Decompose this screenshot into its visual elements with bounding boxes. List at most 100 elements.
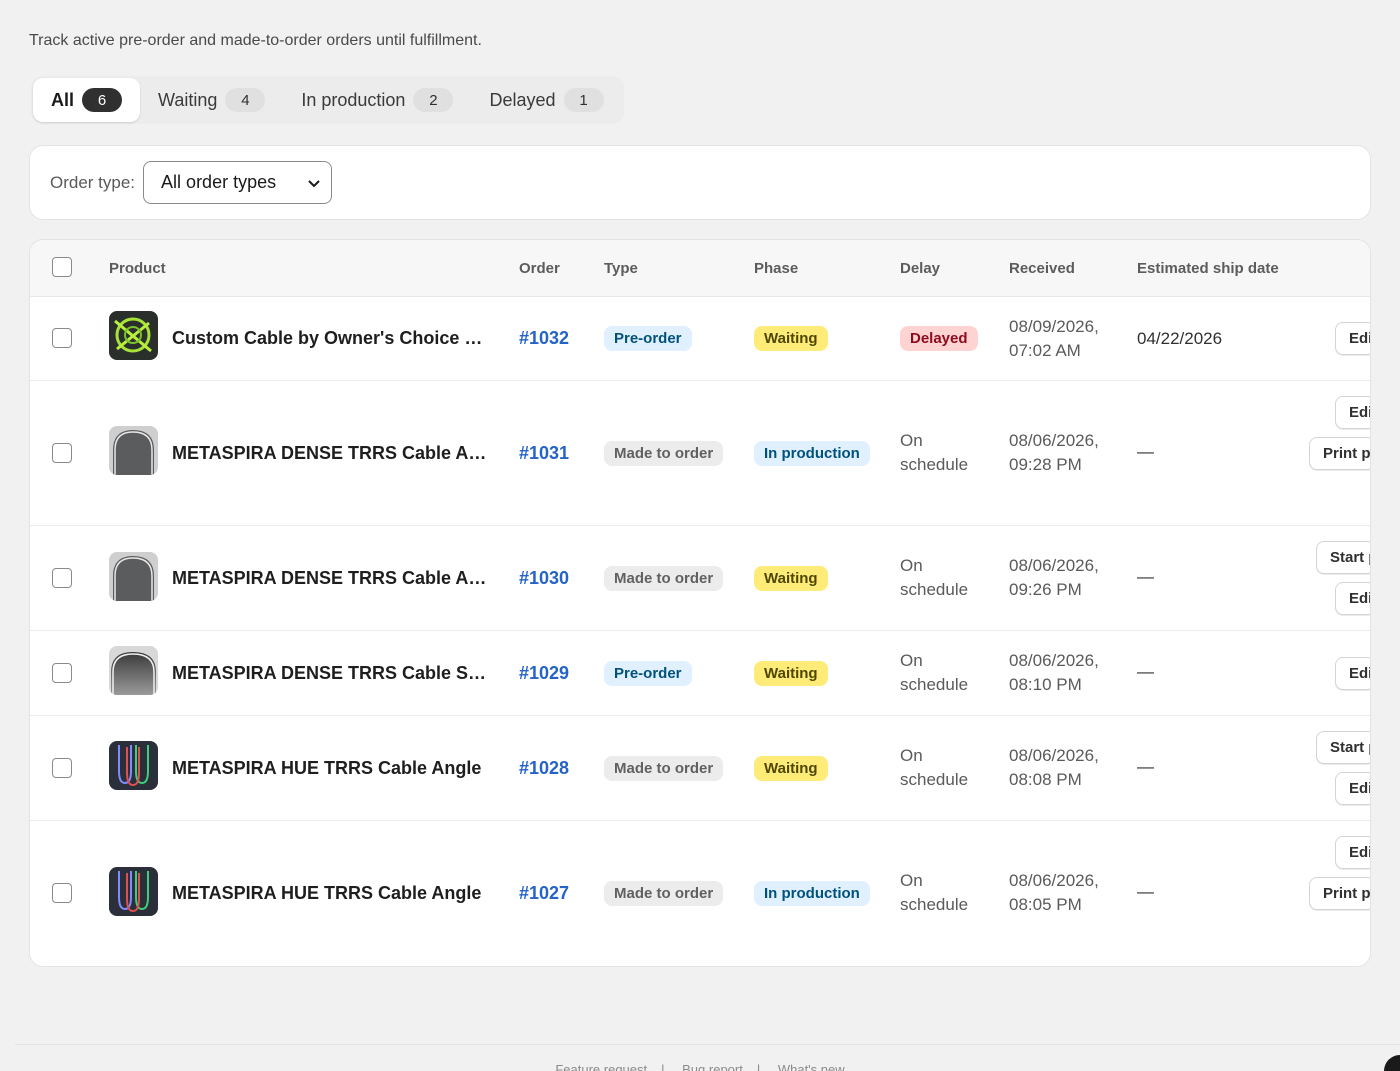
order-type-badge: Made to order (604, 441, 724, 466)
received-time: 07:02 AM (1009, 341, 1081, 360)
order-type-badge: Made to order (604, 566, 724, 591)
row-checkbox[interactable] (52, 443, 72, 463)
delay-cell: On schedule (900, 869, 968, 917)
phase-tabs: All 6 Waiting 4 In production 2 Delayed … (31, 76, 624, 124)
delay-line-2: schedule (900, 455, 969, 474)
delay-line-1: On (900, 746, 923, 765)
edit-button[interactable]: Edit (1335, 836, 1370, 869)
product-thumbnail (109, 646, 158, 695)
feature-request-link[interactable]: Feature request (555, 1062, 647, 1071)
delay-cell: On schedule (900, 554, 968, 602)
delay-cell: On schedule (900, 649, 968, 697)
delay-line-1: On (900, 431, 923, 450)
column-header-product: Product (109, 260, 166, 277)
order-type-badge: Made to order (604, 756, 724, 781)
delay-line-2: schedule (900, 895, 969, 914)
column-header-type: Type (604, 260, 638, 277)
order-link[interactable]: #1031 (519, 443, 569, 464)
phase-badge: Waiting (754, 566, 828, 591)
received-date: 08/06/2026, (1009, 746, 1099, 765)
table-row: METASPIRA DENSE TRRS Cable Angle #1031 M… (30, 381, 1370, 526)
received-cell: 08/06/2026, 08:08 PM (1009, 744, 1099, 792)
received-time: 08:10 PM (1009, 675, 1082, 694)
delay-cell: On schedule (900, 744, 968, 792)
phase-badge: Waiting (754, 661, 828, 686)
received-time: 08:08 PM (1009, 770, 1082, 789)
table-row: METASPIRA DENSE TRRS Cable Stra... #1029… (30, 631, 1370, 716)
tab-count-badge: 4 (225, 88, 266, 112)
received-date: 08/09/2026, (1009, 317, 1099, 336)
column-header-received: Received (1009, 260, 1075, 277)
received-cell: 08/09/2026, 07:02 AM (1009, 315, 1099, 363)
product-name: METASPIRA HUE TRRS Cable Angle (172, 883, 482, 903)
edit-button[interactable]: Edit (1335, 772, 1370, 805)
order-link[interactable]: #1029 (519, 663, 569, 684)
table-header: Product Order Type Phase Delay Received … (30, 240, 1370, 297)
table-row: METASPIRA DENSE TRRS Cable Angle #1030 M… (30, 526, 1370, 631)
row-checkbox[interactable] (52, 758, 72, 778)
tab-label: In production (301, 89, 406, 110)
print-button[interactable]: Print p (1309, 437, 1370, 470)
footer-links: Feature request | Bug report | What's new (0, 1062, 1400, 1071)
edit-button[interactable]: Edit (1335, 322, 1370, 355)
order-type-badge: Made to order (604, 881, 724, 906)
tab-waiting[interactable]: Waiting 4 (140, 78, 283, 122)
tab-label: Delayed (489, 89, 556, 110)
product-name: METASPIRA HUE TRRS Cable Angle (172, 758, 482, 778)
edit-button[interactable]: Edit (1335, 657, 1370, 690)
tab-delayed[interactable]: Delayed 1 (471, 78, 621, 122)
print-button[interactable]: Print p (1309, 877, 1370, 910)
bug-report-link[interactable]: Bug report (682, 1062, 743, 1071)
tab-count-badge: 2 (413, 88, 454, 112)
received-cell: 08/06/2026, 09:26 PM (1009, 554, 1099, 602)
table-row: METASPIRA HUE TRRS Cable Angle #1027 Mad… (30, 821, 1370, 966)
select-all-checkbox[interactable] (52, 257, 72, 277)
delay-line-2: schedule (900, 580, 969, 599)
received-cell: 08/06/2026, 09:28 PM (1009, 429, 1099, 477)
whats-new-link[interactable]: What's new (778, 1062, 845, 1071)
received-time: 08:05 PM (1009, 895, 1082, 914)
product-thumbnail (109, 741, 158, 790)
order-link[interactable]: #1028 (519, 758, 569, 779)
tab-all[interactable]: All 6 (33, 78, 141, 122)
phase-badge: Waiting (754, 326, 828, 351)
order-type-badge: Pre-order (604, 661, 692, 686)
tab-in-production[interactable]: In production 2 (283, 78, 471, 122)
row-checkbox[interactable] (52, 883, 72, 903)
order-type-select[interactable]: All order types (143, 161, 333, 204)
orders-table: Product Order Type Phase Delay Received … (29, 239, 1371, 967)
edit-button[interactable]: Edit (1335, 396, 1370, 429)
start-production-button[interactable]: Start p (1316, 731, 1370, 764)
table-row: METASPIRA HUE TRRS Cable Angle #1028 Mad… (30, 716, 1370, 821)
ship-date: — (1137, 442, 1154, 461)
start-production-button[interactable]: Start p (1316, 541, 1370, 574)
product-name: METASPIRA DENSE TRRS Cable Stra... (172, 663, 492, 683)
delay-badge: Delayed (900, 326, 978, 351)
column-header-phase: Phase (754, 260, 799, 277)
received-cell: 08/06/2026, 08:10 PM (1009, 649, 1099, 697)
tab-label: Waiting (158, 89, 218, 110)
order-link[interactable]: #1030 (519, 568, 569, 589)
phase-badge: In production (754, 881, 870, 906)
row-checkbox[interactable] (52, 663, 72, 683)
product-thumbnail (109, 426, 158, 475)
product-name: Custom Cable by Owner's Choice No.1 (172, 328, 492, 348)
edit-button[interactable]: Edit (1335, 582, 1370, 615)
received-date: 08/06/2026, (1009, 871, 1099, 890)
received-time: 09:28 PM (1009, 455, 1082, 474)
delay-line-1: On (900, 651, 923, 670)
delay-line-1: On (900, 556, 923, 575)
tab-count-badge: 1 (563, 88, 604, 112)
footer-divider (15, 1044, 1400, 1045)
row-checkbox[interactable] (52, 328, 72, 348)
order-link[interactable]: #1027 (519, 883, 569, 904)
order-link[interactable]: #1032 (519, 328, 569, 349)
ship-date: — (1137, 882, 1154, 901)
received-time: 09:26 PM (1009, 580, 1082, 599)
received-cell: 08/06/2026, 08:05 PM (1009, 869, 1099, 917)
order-type-badge: Pre-order (604, 326, 692, 351)
received-date: 08/06/2026, (1009, 651, 1099, 670)
order-type-select-value: All order types (161, 172, 277, 192)
row-checkbox[interactable] (52, 568, 72, 588)
table-row: Custom Cable by Owner's Choice No.1 #103… (30, 297, 1370, 381)
